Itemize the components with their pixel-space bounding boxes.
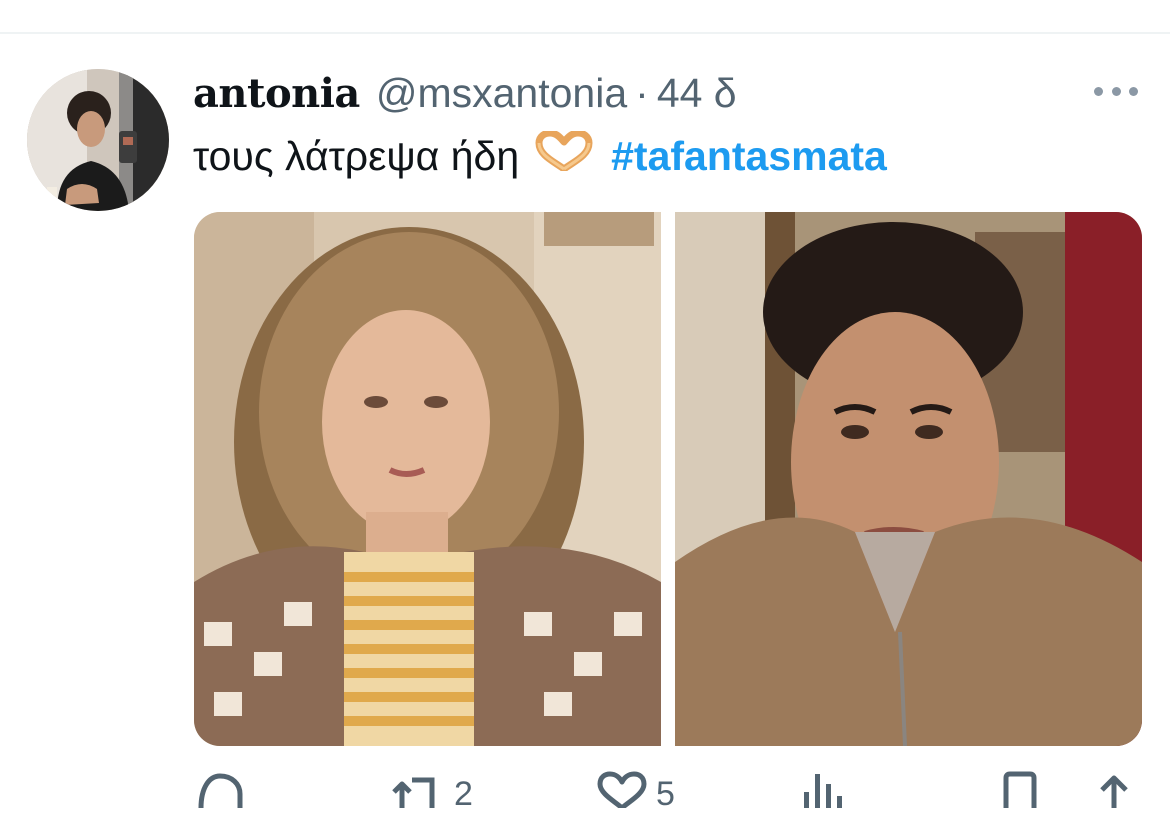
like-count: 5 xyxy=(656,775,675,813)
share-icon xyxy=(1092,768,1136,813)
bookmark-icon xyxy=(1000,768,1040,813)
tweet-text: τους λάτρεψα ήδη #tafantasmata xyxy=(193,129,887,182)
views-button[interactable] xyxy=(800,768,844,808)
retweet-button[interactable]: 2 xyxy=(390,768,473,813)
tweet-body: τους λάτρεψα ήδη xyxy=(193,132,520,179)
tweet-header: antonia @msxantonia · 44 δ xyxy=(193,68,737,118)
like-icon xyxy=(596,768,648,813)
more-icon[interactable] xyxy=(1088,78,1144,104)
tweet[interactable]: antonia @msxantonia · 44 δ τους λάτρεψα … xyxy=(0,34,1170,813)
retweet-icon xyxy=(390,768,446,813)
like-button[interactable]: 5 xyxy=(596,768,675,813)
tweet-media[interactable] xyxy=(194,212,1142,746)
hashtag-link[interactable]: #tafantasmata xyxy=(611,133,887,180)
heart-hands-icon xyxy=(535,129,593,181)
timestamp[interactable]: 44 δ xyxy=(657,70,737,117)
views-icon xyxy=(800,768,844,813)
bookmark-button[interactable] xyxy=(1000,768,1040,808)
display-name[interactable]: antonia xyxy=(193,70,360,117)
reply-icon xyxy=(195,768,245,813)
user-handle[interactable]: @msxantonia xyxy=(376,70,627,117)
media-image-1[interactable] xyxy=(194,212,661,746)
retweet-count: 2 xyxy=(454,775,473,813)
tweet-actions: 2 5 xyxy=(0,768,1170,813)
media-image-2[interactable] xyxy=(675,212,1142,746)
avatar[interactable] xyxy=(27,69,169,211)
share-button[interactable] xyxy=(1092,768,1136,808)
separator-dot: · xyxy=(635,69,649,116)
reply-button[interactable] xyxy=(195,768,245,809)
